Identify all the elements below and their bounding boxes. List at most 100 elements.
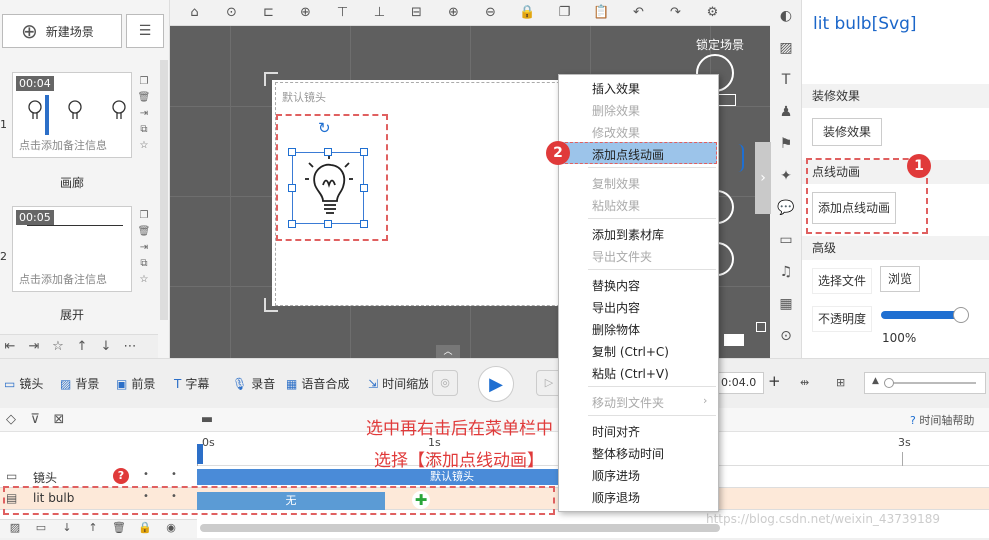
time-display[interactable]: 0:04.0 <box>718 372 764 394</box>
menu-item[interactable]: 导出内容 <box>592 299 640 316</box>
lock-icon[interactable]: 🔒 <box>509 1 546 25</box>
play-button[interactable]: ▶ <box>478 366 514 402</box>
resize-handle[interactable] <box>288 184 296 192</box>
image-icon[interactable]: ▨ <box>770 32 802 64</box>
settings-icon[interactable]: ⚙ <box>694 1 731 25</box>
opacity-slider-thumb[interactable] <box>953 307 969 323</box>
fullscreen-icon[interactable] <box>756 322 766 332</box>
menu-item[interactable]: 添加到素材库 <box>592 226 664 243</box>
preview-button[interactable]: ◎ <box>432 370 458 396</box>
resize-handle[interactable] <box>288 220 296 228</box>
badge-icon[interactable]: ⚑ <box>770 128 802 160</box>
rotate-handle-icon[interactable]: ↻ <box>318 119 331 137</box>
lock-scene-label[interactable]: 锁定场景 <box>696 36 744 53</box>
shapes-icon[interactable]: ◐ <box>770 0 802 32</box>
timeline-zoom-thumb[interactable] <box>884 378 894 388</box>
favorite-scene-icon[interactable]: ☆ <box>137 272 151 288</box>
snap-icon[interactable]: ⊞ <box>836 376 845 389</box>
move-down-icon[interactable]: ↓ <box>96 335 116 358</box>
clear-icon[interactable]: ⊠ <box>50 408 68 432</box>
resize-handle[interactable] <box>324 220 332 228</box>
music-icon[interactable]: ♫ <box>770 256 802 288</box>
align-left-icon[interactable]: ⊏ <box>250 1 287 25</box>
timeline-help[interactable]: ? 时间轴帮助 <box>910 412 974 428</box>
comment-icon[interactable]: 💬 <box>770 192 802 224</box>
tl-record[interactable]: 🎙 录音 <box>232 375 275 392</box>
eye-icon[interactable]: ◉ <box>164 516 178 540</box>
copy-icon[interactable]: ❐ <box>546 1 583 25</box>
sort-scenes-button[interactable]: ☰ <box>126 14 164 48</box>
new-scene-button[interactable]: ⊕ 新建场景 <box>2 14 122 48</box>
collapse-timeline-icon[interactable]: ︿ <box>436 345 460 359</box>
menu-item[interactable]: 插入效果 <box>592 80 640 97</box>
more-icon[interactable]: ⊙ <box>213 1 250 25</box>
tl-timescale[interactable]: ⇲ 时间缩放 <box>368 375 428 392</box>
scene-card[interactable]: 00:04 点击添加备注信息 <box>12 72 132 158</box>
delete-scene-icon[interactable]: 🗑 <box>137 224 151 240</box>
more-icon[interactable]: ⋯ <box>120 335 140 358</box>
export-scene-icon[interactable]: ⇥ <box>137 240 151 256</box>
resize-handle[interactable] <box>360 148 368 156</box>
scene-note[interactable]: 点击添加备注信息 <box>19 271 129 287</box>
redo-icon[interactable]: ↷ <box>657 1 694 25</box>
tl-camera[interactable]: ▭ 镜头 <box>4 375 43 392</box>
zoom-in-icon[interactable]: ⊕ <box>435 1 472 25</box>
undo-icon[interactable]: ↶ <box>620 1 657 25</box>
folder-icon[interactable]: ▭ <box>34 516 48 540</box>
browse-button[interactable]: 浏览 <box>880 266 920 292</box>
star-icon[interactable]: ☆ <box>48 335 68 358</box>
text-icon[interactable]: T <box>770 64 802 96</box>
resize-handle[interactable] <box>360 184 368 192</box>
delete-icon[interactable]: 🗑 <box>112 516 126 540</box>
lock-icon[interactable]: 🔒 <box>138 516 152 540</box>
paste-icon[interactable]: 📋 <box>583 1 620 25</box>
fit-icon[interactable]: ⇹ <box>800 376 809 389</box>
tl-foreground[interactable]: ▣ 前景 <box>116 375 155 392</box>
duplicate-scene-icon[interactable]: ⧉ <box>137 256 151 272</box>
favorite-scene-icon[interactable]: ☆ <box>137 138 151 154</box>
align-center-icon[interactable]: ⊕ <box>287 1 324 25</box>
align-bottom-icon[interactable]: ⊥ <box>361 1 398 25</box>
menu-item[interactable]: 添加点线动画 <box>592 146 664 163</box>
add-time-icon[interactable]: + <box>768 372 781 390</box>
scene-scrollbar[interactable] <box>160 60 168 320</box>
expand-panel-icon[interactable]: › <box>755 142 771 214</box>
delete-scene-icon[interactable]: 🗑 <box>137 90 151 106</box>
film-icon[interactable]: ▦ <box>770 288 802 320</box>
filter-icon[interactable]: ⊽ <box>26 408 44 432</box>
copy-scene-icon[interactable]: ❐ <box>137 74 151 90</box>
align-icon[interactable]: ▬ <box>198 408 216 432</box>
duplicate-scene-icon[interactable]: ⧉ <box>137 122 151 138</box>
menu-item[interactable]: 复制 (Ctrl+C) <box>592 343 669 360</box>
export-icon[interactable]: ⇥ <box>24 335 44 358</box>
scene-card[interactable]: 00:05 点击添加备注信息 <box>12 206 132 292</box>
image-icon[interactable]: ▨ <box>8 516 22 540</box>
export-scene-icon[interactable]: ⇥ <box>137 106 151 122</box>
mini-map[interactable] <box>724 334 744 346</box>
help-badge-icon[interactable]: ? <box>113 468 129 484</box>
resize-handle[interactable] <box>324 148 332 156</box>
timeline-scrollbar[interactable] <box>200 524 720 532</box>
move-up-icon[interactable]: ↑ <box>72 335 92 358</box>
figure-icon[interactable]: ♟ <box>770 96 802 128</box>
more-icon[interactable]: ⊙ <box>770 320 802 352</box>
bulb-object[interactable] <box>292 152 364 224</box>
visibility-dot[interactable]: • <box>143 469 149 480</box>
magic-icon[interactable]: ✦ <box>770 160 802 192</box>
zoom-out-icon[interactable]: ▲ <box>872 376 879 386</box>
menu-item[interactable]: 顺序退场 <box>592 489 640 506</box>
tl-subtitle[interactable]: T 字幕 <box>174 375 209 392</box>
menu-item[interactable]: 整体移动时间 <box>592 445 664 462</box>
menu-item[interactable]: 顺序进场 <box>592 467 640 484</box>
home-icon[interactable]: ⌂ <box>176 1 213 25</box>
distribute-icon[interactable]: ⊟ <box>398 1 435 25</box>
tl-background[interactable]: ▨ 背景 <box>60 375 99 392</box>
folder-icon[interactable]: ▭ <box>770 224 802 256</box>
menu-item[interactable]: 时间对齐 <box>592 423 640 440</box>
playhead[interactable] <box>197 444 203 464</box>
import-icon[interactable]: ⇤ <box>0 335 20 358</box>
copy-scene-icon[interactable]: ❐ <box>137 208 151 224</box>
menu-item[interactable]: 替换内容 <box>592 277 640 294</box>
resize-handle[interactable] <box>360 220 368 228</box>
move-up-icon[interactable]: ↑ <box>86 516 100 540</box>
